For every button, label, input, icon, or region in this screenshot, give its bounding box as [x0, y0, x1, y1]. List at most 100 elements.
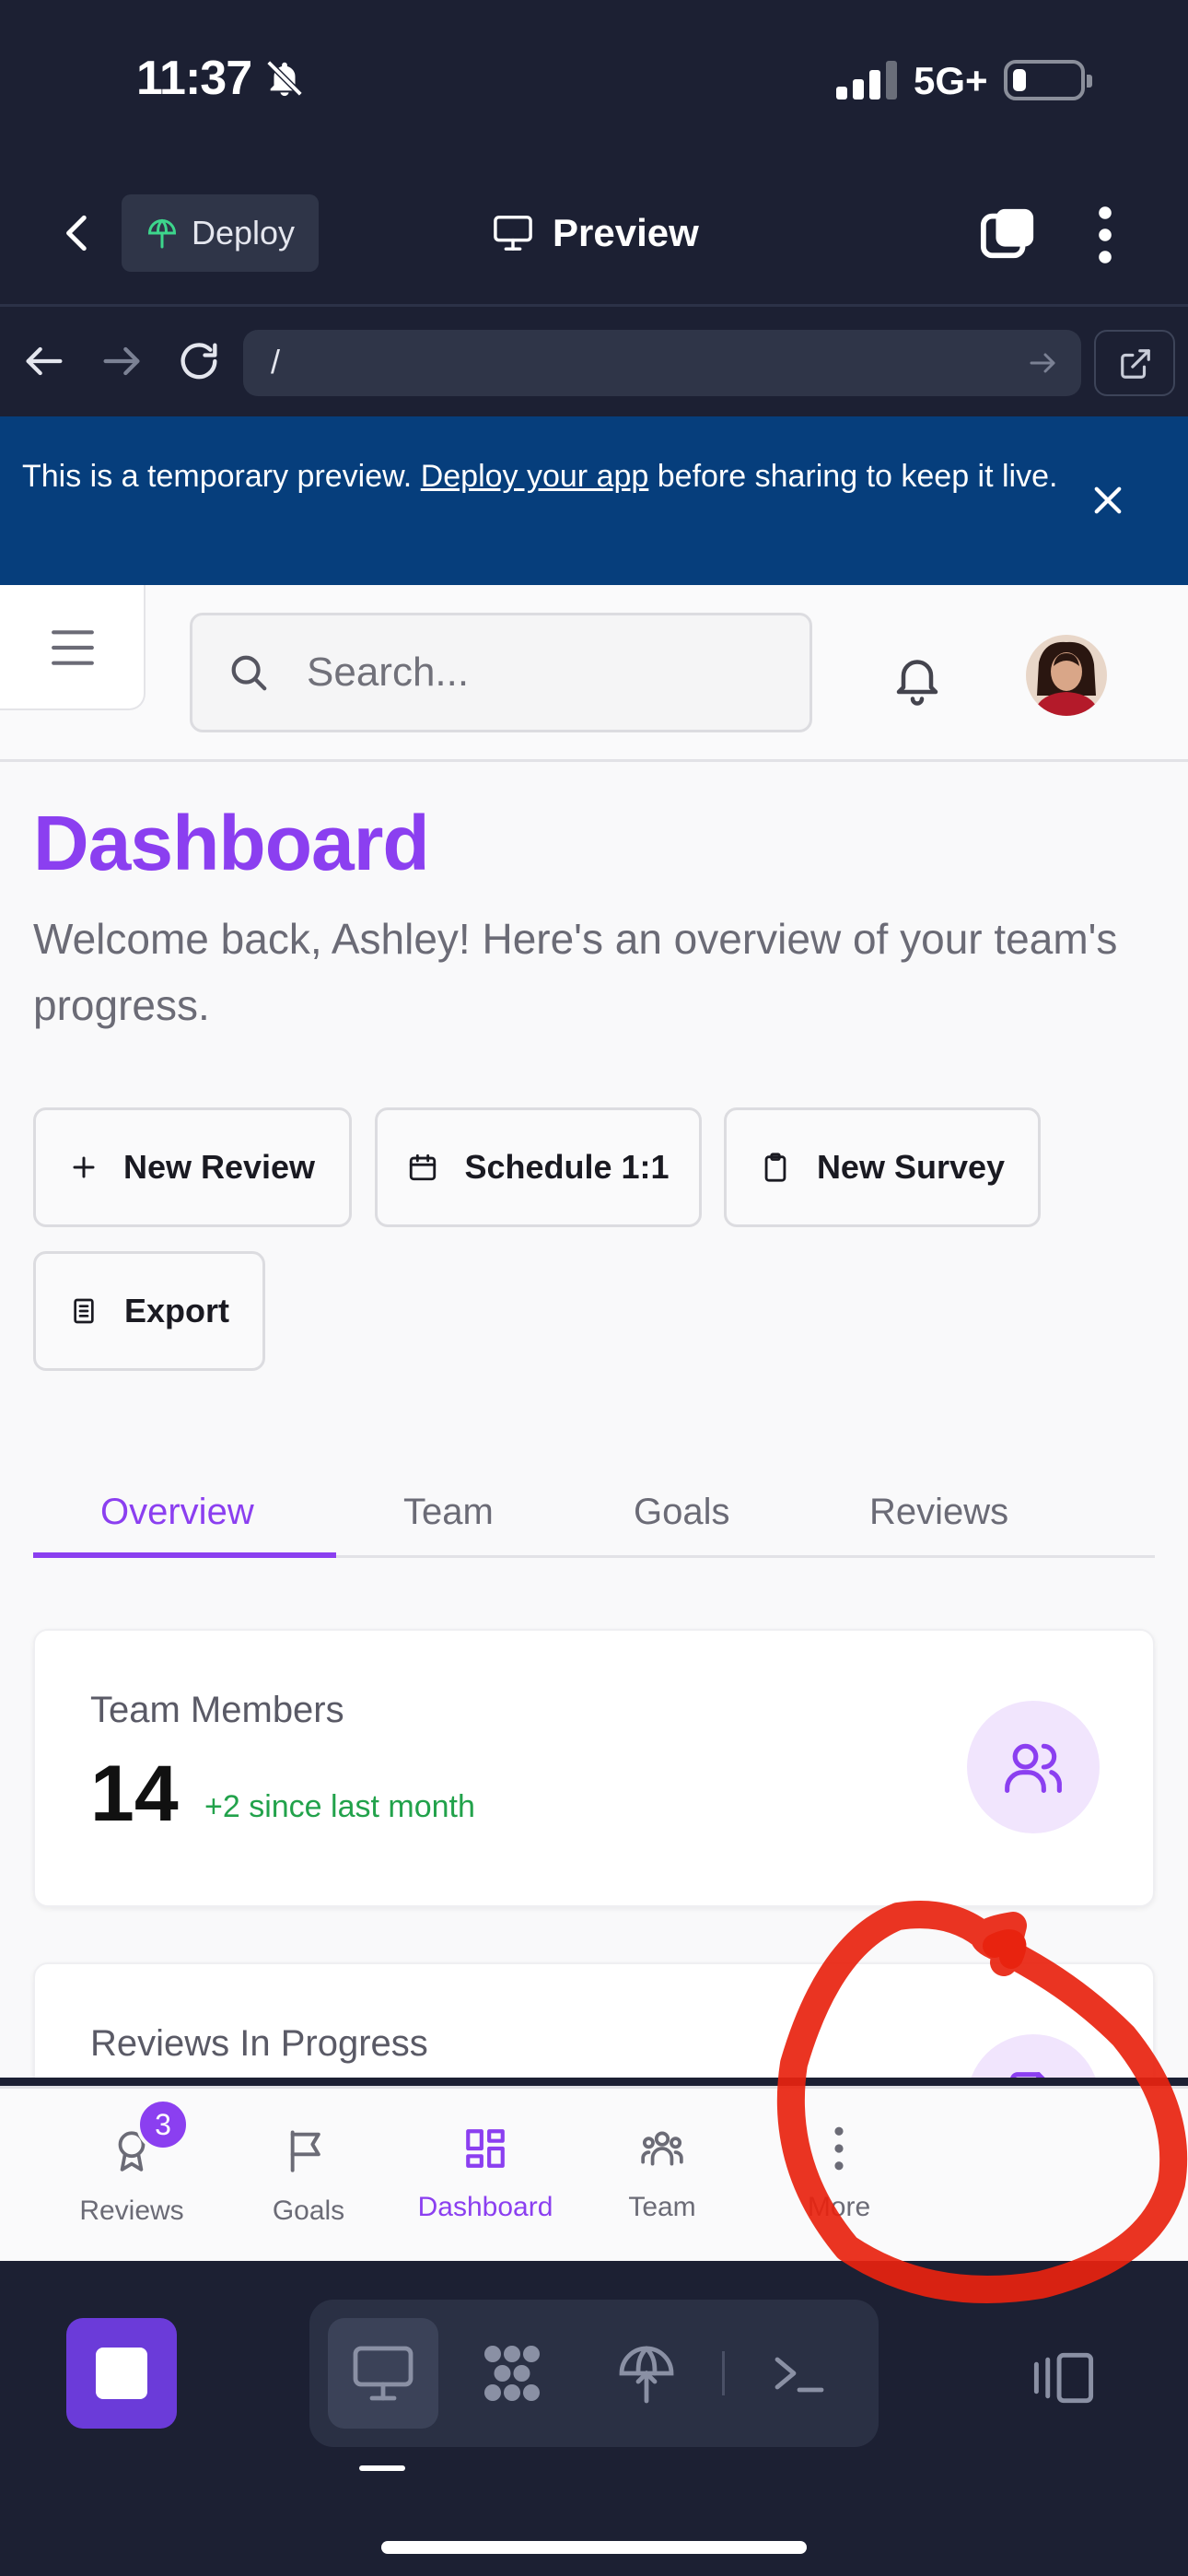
nav-label: Goals [272, 2195, 345, 2226]
reload-icon[interactable] [175, 337, 223, 385]
nav-label: Dashboard [417, 2192, 553, 2222]
back-chevron-icon[interactable] [55, 207, 101, 259]
dock-active-indicator [359, 2465, 405, 2471]
stop-button[interactable] [66, 2318, 177, 2429]
dock-apps-button[interactable] [457, 2318, 567, 2429]
deploy-icon [147, 219, 177, 249]
new-survey-label: New Survey [816, 1148, 1006, 1186]
preview-title: Preview [492, 198, 699, 268]
schedule-label: Schedule 1:1 [464, 1148, 670, 1186]
nav-dashboard[interactable]: Dashboard [398, 2089, 573, 2264]
reviews-in-progress-card: Reviews In Progress [33, 1962, 1155, 2078]
card-icon-circle [967, 1701, 1100, 1833]
monitor-icon [494, 216, 532, 251]
banner-text-after: before sharing to keep it live. [648, 459, 1058, 494]
tabs-icon[interactable] [980, 205, 1037, 263]
search-placeholder: Search... [307, 650, 470, 695]
notification-bell-icon[interactable] [890, 650, 945, 707]
page-title: Dashboard [33, 800, 430, 886]
dock-preview-button[interactable] [328, 2318, 438, 2429]
nav-more[interactable]: More [751, 2089, 926, 2264]
tab-bar: Overview Team Goals Reviews [33, 1466, 1155, 1558]
app-bar: Deploy Preview [0, 161, 1188, 307]
search-input[interactable]: Search... [190, 613, 812, 732]
tab-team[interactable]: Team [403, 1466, 494, 1558]
nav-label: Reviews [79, 2195, 184, 2226]
card-label: Reviews In Progress [90, 2023, 428, 2064]
status-bar: 11:37 5G+ [0, 0, 1188, 161]
flag-icon [290, 2130, 320, 2172]
document-icon [74, 1298, 94, 1324]
nav-label: More [807, 2192, 871, 2222]
battery-icon [1004, 60, 1092, 100]
more-vertical-icon [834, 2126, 844, 2171]
tab-overview[interactable]: Overview [100, 1466, 254, 1558]
dock-deploy-button[interactable] [591, 2318, 702, 2429]
clipboard-icon [764, 1153, 786, 1182]
deploy-button[interactable]: Deploy [122, 194, 319, 272]
deploy-app-link[interactable]: Deploy your app [421, 459, 649, 494]
menu-button[interactable] [0, 585, 146, 710]
back-arrow-icon[interactable] [20, 337, 68, 385]
nav-label: Team [628, 2192, 696, 2222]
monitor-icon [353, 2346, 413, 2401]
network-label: 5G+ [914, 59, 988, 102]
card-value: 14 [90, 1750, 179, 1838]
calendar-icon [410, 1153, 437, 1181]
more-menu-icon[interactable] [1087, 205, 1124, 264]
app-dock [0, 2261, 1188, 2576]
tab-reviews[interactable]: Reviews [869, 1466, 1008, 1558]
status-time: 11:37 [136, 52, 252, 105]
users-icon [1005, 1743, 1062, 1794]
terminal-icon [775, 2357, 824, 2393]
url-text: / [271, 343, 281, 381]
card-icon-circle [967, 2034, 1100, 2078]
bell-off-icon [266, 60, 303, 97]
nav-team[interactable]: Team [575, 2089, 750, 2264]
new-review-button[interactable]: New Review [33, 1107, 352, 1227]
plus-icon [73, 1156, 95, 1178]
new-survey-button[interactable]: New Survey [724, 1107, 1041, 1227]
search-icon [231, 655, 267, 691]
notification-badge: 3 [136, 2098, 190, 2151]
avatar[interactable] [1026, 635, 1107, 716]
preview-banner: This is a temporary preview. Deploy your… [0, 416, 1188, 585]
open-external-button[interactable] [1094, 330, 1175, 396]
hamburger-icon [52, 630, 94, 665]
banner-text-before: This is a temporary preview. [22, 459, 421, 494]
deploy-icon [619, 2346, 674, 2404]
file-icon [1010, 2072, 1045, 2078]
close-icon[interactable] [1089, 481, 1127, 520]
export-label: Export [123, 1292, 229, 1329]
layout-toggle-icon[interactable] [1030, 2349, 1098, 2406]
active-tab-indicator [33, 1552, 336, 1558]
external-link-icon [1121, 349, 1150, 379]
dashboard-icon [466, 2129, 505, 2168]
card-delta: +2 since last month [204, 1789, 475, 1824]
team-icon [641, 2131, 683, 2166]
dock-divider [722, 2351, 725, 2395]
card-label: Team Members [90, 1690, 344, 1730]
go-arrow-icon[interactable] [1026, 345, 1059, 381]
preview-label: Preview [553, 211, 699, 254]
deploy-label: Deploy [192, 214, 296, 252]
url-input[interactable]: / [243, 330, 1081, 396]
forward-arrow-icon[interactable] [98, 337, 146, 385]
export-button[interactable]: Export [33, 1251, 265, 1371]
bottom-nav: Reviews 3 Goals Dashboard Team More [0, 2086, 1188, 2261]
team-members-card: Team Members 14 +2 since last month [33, 1629, 1155, 1907]
avatar-photo [1026, 635, 1107, 716]
nav-reviews[interactable]: Reviews 3 [44, 2089, 219, 2264]
apps-icon [484, 2346, 540, 2401]
web-content: Search... Dashboard Welcome back, Ashley… [0, 585, 1188, 2078]
dock-shell-button[interactable] [744, 2318, 855, 2429]
tab-goals[interactable]: Goals [634, 1466, 730, 1558]
new-review-label: New Review [122, 1148, 316, 1186]
schedule-button[interactable]: Schedule 1:1 [375, 1107, 702, 1227]
signal-icon [836, 59, 897, 100]
page-subtitle: Welcome back, Ashley! Here's an overview… [33, 915, 1118, 1029]
home-indicator [381, 2541, 807, 2554]
site-header: Search... [0, 585, 1188, 762]
nav-goals[interactable]: Goals [221, 2089, 396, 2264]
dock-toolbar [309, 2300, 879, 2447]
